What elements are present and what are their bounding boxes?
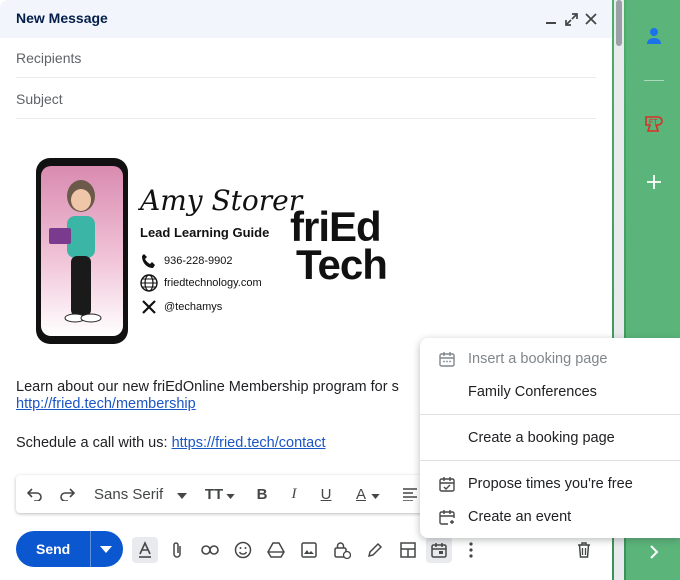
insert-link-icon[interactable] [197,537,223,563]
menu-divider [420,460,680,461]
membership-link[interactable]: http://fried.tech/membership [16,396,196,412]
addon-icon[interactable]: FT [642,112,666,136]
signature-social-row: @techamys [140,298,222,316]
menu-label-family-conferences: Family Conferences [468,384,597,400]
compose-title: New Message [16,10,108,26]
menu-item-create-booking-page[interactable]: Create a booking page [420,422,680,454]
signature-website: friedtechnology.com [164,277,262,289]
minimize-icon[interactable] [542,10,560,28]
menu-label-propose-times: Propose times you're free [468,476,633,492]
signature-social: @techamys [164,301,223,313]
contact-link[interactable]: https://fried.tech/contact [172,435,326,451]
globe-icon [140,274,158,292]
send-divider [90,531,91,567]
text-color-icon: A [355,485,366,503]
calendar-add-icon [438,508,456,526]
formatting-toolbar: Sans Serif TT B I U A [16,475,436,513]
emoji-icon[interactable] [230,537,256,563]
side-divider [644,80,664,81]
brand-logo-line2: Tech [296,241,388,288]
chevron-down-icon [226,486,235,503]
body-link-membership-row: http://fried.tech/membership [16,396,196,412]
compose-header[interactable]: New Message [0,0,612,38]
subject-field[interactable]: Subject [16,79,596,119]
menu-divider [420,414,680,415]
send-button[interactable]: Send [16,531,123,567]
signature-website-row: friedtechnology.com [140,274,262,292]
body-line-membership: Learn about our new friEdOnline Membersh… [16,379,399,395]
bold-button[interactable]: B [252,483,272,505]
body-line-schedule: Schedule a call with us: https://fried.t… [16,435,326,451]
menu-label-create-booking-page: Create a booking page [468,430,615,446]
layouts-icon[interactable] [395,537,421,563]
insert-photo-icon[interactable] [296,537,322,563]
email-signature: Amy Storer Lead Learning Guide 936-228-9… [30,150,430,350]
font-size-button[interactable]: TT [202,483,238,505]
more-options-icon[interactable] [458,537,484,563]
discard-draft-trash-icon[interactable] [571,537,597,563]
text-color-button[interactable]: A [350,483,386,505]
menu-label-create-event: Create an event [468,509,572,525]
add-addon-icon[interactable] [642,170,666,194]
menu-item-family-conferences[interactable]: Family Conferences [420,376,680,408]
menu-item-create-event[interactable]: Create an event [420,501,680,533]
send-label: Send [36,541,71,557]
underline-button[interactable]: U [316,483,336,505]
brand-logo: friEd Tech [290,206,388,288]
menu-item-propose-times[interactable]: Propose times you're free [420,468,680,500]
drive-icon[interactable] [263,537,289,563]
calendar-check-icon [438,475,456,493]
signature-phone-row: 936-228-9902 [140,252,233,270]
set-up-time-to-meet-icon[interactable] [426,537,452,563]
avatar-illustration [41,166,123,336]
fullscreen-icon[interactable] [562,10,580,28]
chevron-down-icon [177,486,188,503]
italic-button[interactable]: I [284,483,304,505]
signature-role: Lead Learning Guide [140,225,270,240]
phone-icon [140,252,158,270]
font-family-value: Sans Serif [94,485,164,503]
font-size-icon: TT [204,485,224,503]
subject-label: Subject [16,91,63,107]
send-options-chevron-icon[interactable] [96,541,116,557]
svg-text:FT: FT [649,119,658,126]
confidential-mode-icon[interactable] [329,537,355,563]
menu-item-insert-booking-page: Insert a booking page [420,343,680,375]
formatting-options-icon[interactable] [132,537,158,563]
phone-illustration [36,158,128,344]
undo-icon[interactable] [24,483,46,505]
signature-pen-icon[interactable] [362,537,388,563]
calendar-icon [438,350,456,368]
schedule-text: Schedule a call with us: [16,435,172,451]
align-icon[interactable] [400,483,420,505]
recipients-field[interactable]: Recipients [16,38,596,78]
x-logo-icon [140,298,158,316]
font-family-select[interactable]: Sans Serif [94,483,190,505]
redo-icon[interactable] [56,483,78,505]
time-to-meet-menu: Insert a booking page Family Conferences… [420,338,680,538]
signature-phone: 936-228-9902 [164,255,233,267]
recipients-label: Recipients [16,50,82,66]
attach-file-icon[interactable] [164,537,190,563]
menu-label-insert-booking-page: Insert a booking page [468,351,608,367]
close-icon[interactable] [582,10,600,28]
contacts-icon[interactable] [642,24,666,48]
expand-panel-icon[interactable] [642,540,666,564]
scrollbar-thumb[interactable] [616,0,622,46]
signature-name: Amy Storer [140,184,303,217]
chevron-down-icon [371,486,380,503]
